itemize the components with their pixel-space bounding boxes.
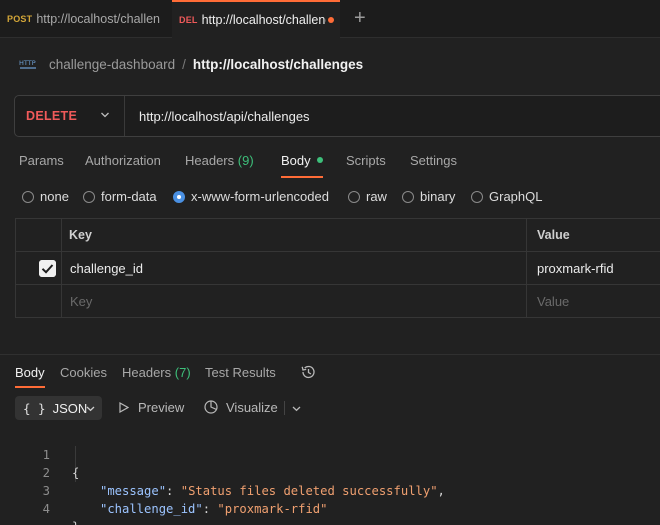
- visualize-label: Visualize: [226, 399, 278, 415]
- json-braces-icon: { }: [23, 400, 46, 416]
- new-tab-icon[interactable]: +: [354, 8, 366, 28]
- response-tab-test-results[interactable]: Test Results: [205, 364, 276, 388]
- code-line: 3 "challenge_id": "proxmark-rfid": [0, 464, 328, 516]
- radio-label: x-www-form-urlencoded: [191, 189, 329, 204]
- line-number: 1: [42, 448, 50, 462]
- tab-body-label: Body: [281, 153, 311, 168]
- tab-params[interactable]: Params: [19, 152, 64, 178]
- radio-circle: [471, 190, 483, 203]
- radio-circle: [348, 190, 360, 203]
- radio-circle: [22, 190, 34, 203]
- line-number: 2: [42, 466, 50, 480]
- value-placeholder[interactable]: Value: [537, 285, 569, 318]
- method-label: DELETE: [26, 109, 78, 123]
- json-key: "challenge_id": [100, 502, 203, 516]
- history-icon[interactable]: [300, 364, 316, 380]
- tab-settings[interactable]: Settings: [410, 152, 457, 178]
- kv-table: Key Value challenge_id proxmark-rfid Key…: [15, 218, 660, 318]
- table-header-row: Key Value: [16, 219, 660, 252]
- chevron-down-icon: [101, 112, 109, 118]
- row-key[interactable]: challenge_id: [70, 252, 143, 285]
- tab-headers-count: (9): [237, 153, 254, 168]
- radio-circle: [402, 190, 414, 203]
- toolbar-divider: [284, 401, 285, 415]
- radio-circle: [83, 190, 95, 203]
- tab-authorization[interactable]: Authorization: [85, 152, 161, 178]
- row-value[interactable]: proxmark-rfid: [537, 252, 614, 285]
- table-row-empty: Key Value: [16, 285, 660, 318]
- code-text: }: [72, 518, 79, 525]
- tab-headers[interactable]: Headers (9): [185, 152, 254, 178]
- radio-label: GraphQL: [489, 189, 543, 204]
- row-checkbox[interactable]: [39, 260, 56, 277]
- tab-post-challenges[interactable]: POST http://localhost/challen: [0, 0, 172, 38]
- key-placeholder[interactable]: Key: [70, 285, 92, 318]
- radio-label: none: [40, 189, 69, 204]
- code-line: 1 {: [0, 428, 80, 480]
- radio-urlencoded[interactable]: x-www-form-urlencoded: [173, 189, 329, 204]
- format-select[interactable]: { } JSON: [15, 396, 102, 420]
- response-headers-count: (7): [174, 365, 191, 380]
- chevron-down-icon: [86, 406, 95, 412]
- visualize-button[interactable]: Visualize: [203, 399, 278, 415]
- visualize-icon: [204, 400, 218, 414]
- line-number: 3: [42, 484, 50, 498]
- radio-label: raw: [366, 189, 387, 204]
- column-header-value: Value: [537, 228, 570, 242]
- tab-method-post: POST: [7, 14, 33, 24]
- json-value: "proxmark-rfid": [217, 502, 328, 516]
- chevron-down-icon[interactable]: [292, 404, 301, 413]
- breadcrumb-request-name[interactable]: http://localhost/challenges: [193, 57, 363, 72]
- column-header-key: Key: [69, 228, 92, 242]
- code-text: "message": "Status files deleted success…: [100, 484, 445, 498]
- radio-form-data[interactable]: form-data: [83, 189, 157, 204]
- radio-circle-selected: [173, 190, 185, 203]
- tab-scripts[interactable]: Scripts: [346, 152, 386, 178]
- response-tab-headers[interactable]: Headers (7): [122, 364, 191, 388]
- code-text: {: [72, 466, 80, 480]
- tab-bar: POST http://localhost/challen DEL http:/…: [0, 0, 660, 38]
- tab-url: http://localhost/challenges: [201, 13, 326, 27]
- breadcrumb: HTTP challenge-dashboard / http://localh…: [19, 54, 363, 74]
- code-line: 2 "message": "Status files deleted succe…: [0, 446, 445, 498]
- tab-url: http://localhost/challen: [36, 12, 161, 26]
- body-active-dot: [316, 157, 323, 163]
- radio-none[interactable]: none: [22, 189, 69, 204]
- method-select[interactable]: DELETE: [15, 96, 125, 136]
- response-tab-body[interactable]: Body: [15, 364, 45, 388]
- radio-graphql[interactable]: GraphQL: [471, 189, 542, 204]
- http-request-icon: HTTP: [19, 59, 36, 69]
- json-key: "message": [100, 484, 167, 498]
- url-input[interactable]: http://localhost/api/challenges: [125, 109, 310, 124]
- tab-headers-label: Headers: [185, 153, 235, 168]
- code-text: "challenge_id": "proxmark-rfid": [100, 502, 328, 516]
- svg-text:HTTP: HTTP: [19, 59, 36, 67]
- breadcrumb-collection[interactable]: challenge-dashboard: [49, 57, 175, 72]
- response-divider[interactable]: [0, 354, 660, 355]
- breadcrumb-separator: /: [182, 56, 186, 72]
- tab-delete-challenges[interactable]: DEL http://localhost/challenges: [172, 0, 340, 38]
- code-line: 4 }: [0, 482, 80, 525]
- json-value: "Status files deleted successfully": [180, 484, 438, 498]
- unsaved-indicator: [328, 17, 334, 23]
- tab-body[interactable]: Body: [281, 152, 323, 178]
- tab-method-delete: DEL: [179, 15, 198, 25]
- response-tab-cookies[interactable]: Cookies: [60, 364, 107, 388]
- preview-label: Preview: [138, 400, 185, 415]
- response-tab-headers-label: Headers: [122, 365, 172, 380]
- radio-label: binary: [420, 189, 456, 204]
- url-bar: DELETE http://localhost/api/challenges: [14, 95, 660, 137]
- radio-binary[interactable]: binary: [402, 189, 455, 204]
- line-number: 4: [42, 502, 50, 516]
- radio-raw[interactable]: raw: [348, 189, 387, 204]
- format-label: JSON: [52, 400, 88, 416]
- radio-label: form-data: [101, 189, 157, 204]
- table-row: challenge_id proxmark-rfid: [16, 252, 660, 285]
- preview-button[interactable]: Preview: [118, 400, 184, 415]
- play-icon: [119, 402, 129, 413]
